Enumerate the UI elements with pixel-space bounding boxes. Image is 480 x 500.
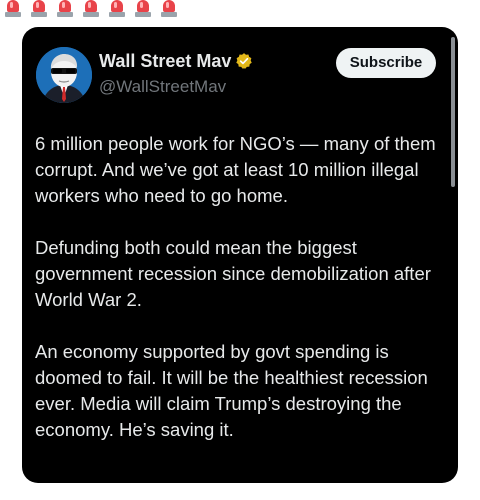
siren-icon — [106, 0, 128, 18]
siren-icon — [132, 0, 154, 18]
author-name[interactable]: Wall Street Mav — [99, 51, 231, 71]
post-text: 6 million people work for NGO’s — many o… — [35, 131, 447, 443]
post-paragraph: Defunding both could mean the biggest go… — [35, 237, 431, 310]
siren-emoji-row — [0, 0, 180, 18]
post-card: Wall Street Mav @WallStreetMav Subscribe… — [22, 27, 458, 483]
avatar[interactable] — [36, 47, 92, 103]
post-paragraph: 6 million people work for NGO’s — many o… — [35, 133, 436, 206]
gold-verified-badge-icon — [236, 53, 253, 69]
siren-icon — [2, 0, 24, 18]
wojak-avatar-image — [36, 47, 92, 103]
siren-icon — [158, 0, 180, 18]
siren-icon — [80, 0, 102, 18]
author-handle[interactable]: @WallStreetMav — [99, 77, 226, 97]
scrollbar[interactable] — [451, 37, 455, 187]
siren-icon — [54, 0, 76, 18]
siren-icon — [28, 0, 50, 18]
post-paragraph: An economy supported by govt spending is… — [35, 341, 428, 440]
author-name-row[interactable]: Wall Street Mav — [99, 51, 253, 72]
subscribe-button[interactable]: Subscribe — [336, 48, 436, 78]
